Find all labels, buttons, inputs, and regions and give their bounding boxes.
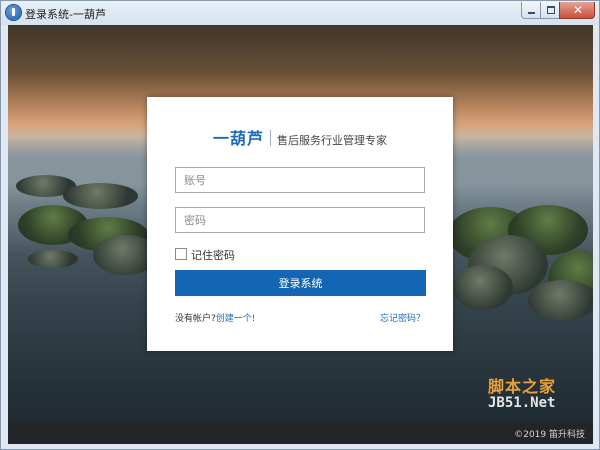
- signup-prompt: 没有帐户?创建一个!: [175, 311, 255, 324]
- maximize-icon: [547, 6, 555, 14]
- rock: [528, 280, 593, 320]
- minimize-button[interactable]: [521, 2, 541, 19]
- watermark-line1: 脚本之家: [488, 377, 557, 396]
- close-button[interactable]: ✕: [559, 2, 595, 19]
- close-icon: ✕: [573, 3, 584, 17]
- rock: [28, 250, 78, 268]
- window-title: 登录系统-一葫芦: [25, 8, 106, 21]
- username-input[interactable]: [175, 167, 425, 193]
- maximize-button[interactable]: [540, 2, 560, 19]
- slogan: 售后服务行业管理专家: [277, 134, 388, 147]
- footer-bar: ©2019 笛升科技: [8, 423, 593, 444]
- rock: [453, 265, 513, 310]
- remember-checkbox[interactable]: [175, 248, 187, 260]
- watermark: 脚本之家 JB51.Net: [488, 373, 556, 411]
- brand-divider: [270, 130, 272, 146]
- rock: [63, 183, 138, 209]
- copyright-text: ©2019 笛升科技: [514, 430, 585, 440]
- title-bar[interactable]: 登录系统-一葫芦 ✕: [1, 1, 599, 25]
- logo: 一葫芦: [213, 129, 265, 148]
- minimize-icon: [528, 12, 535, 14]
- remember-label: 记住密码: [191, 249, 235, 262]
- forgot-password-link[interactable]: 忘记密码？: [380, 311, 425, 324]
- no-account-text: 没有帐户?: [175, 314, 216, 324]
- password-input[interactable]: [175, 207, 425, 233]
- login-button[interactable]: 登录系统: [175, 270, 426, 296]
- login-card: 一葫芦售后服务行业管理专家 记住密码 登录系统 没有帐户?创建一个! 忘记密码？: [147, 97, 453, 351]
- watermark-line2: JB51.Net: [488, 395, 556, 411]
- remember-password[interactable]: 记住密码: [175, 247, 235, 263]
- app-window: 登录系统-一葫芦 ✕ ©2019 笛升科技 脚本之家 JB51.Net 一葫芦售…: [0, 0, 600, 450]
- brand-header: 一葫芦 售后服务行业管理专家: [213, 125, 387, 149]
- create-account-link[interactable]: 创建一个!: [216, 314, 256, 324]
- app-info-icon: [6, 5, 21, 20]
